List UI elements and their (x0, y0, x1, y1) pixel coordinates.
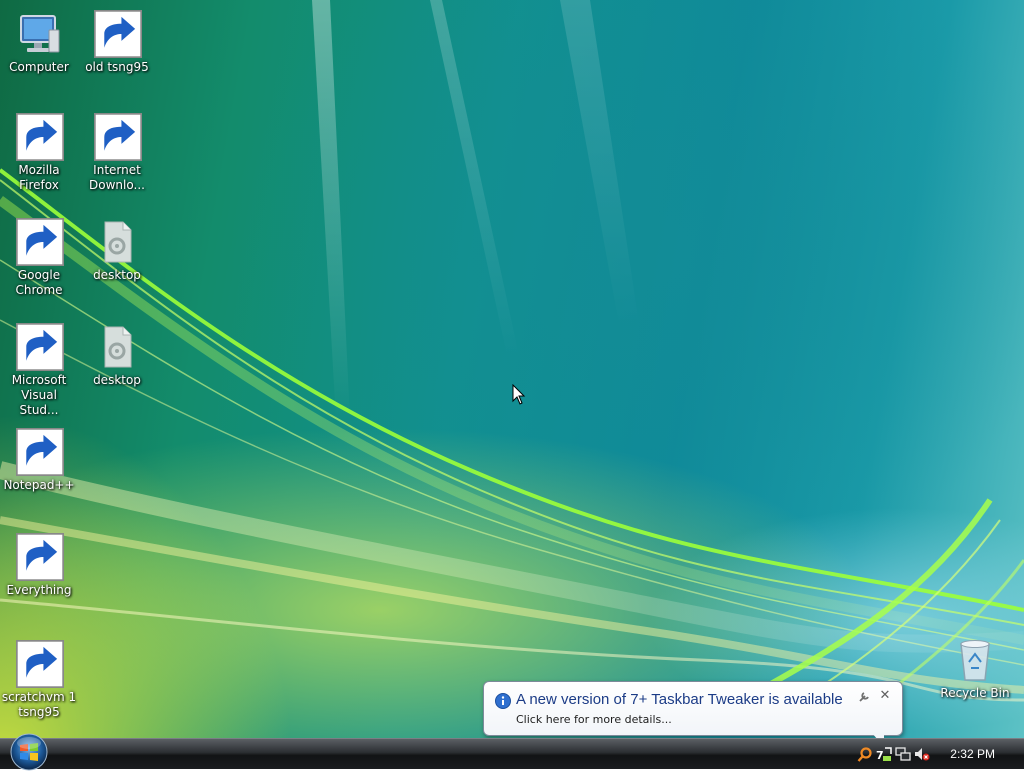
desktop-icon-old-tsng95[interactable]: old tsng95 (79, 10, 155, 75)
desktop-icon-mozilla-firefox[interactable]: Mozilla Firefox (1, 113, 77, 193)
file-icon (93, 218, 141, 266)
visual-studio-icon (15, 323, 64, 371)
desktop-icon-label: scratchvm 1 tsng95 (1, 690, 77, 719)
notification-details-link[interactable]: Click here for more details... (516, 713, 672, 726)
desktop-icon-scratchvm[interactable]: scratchvm 1 tsng95 (1, 640, 77, 720)
taskbar-tweaker-tray-icon[interactable]: 7 (876, 746, 892, 762)
desktop-icon-label: Internet Downlo... (89, 163, 145, 192)
svg-text:7: 7 (876, 749, 884, 762)
computer-icon (15, 10, 63, 58)
desktop-icon-label: Google Chrome (15, 268, 63, 297)
desktop-icon-everything[interactable]: Everything (1, 533, 77, 598)
desktop-icon-label: desktop (93, 268, 141, 282)
info-icon (495, 693, 511, 709)
desktop-icon-computer[interactable]: Computer (1, 10, 77, 75)
recycle-bin-icon (951, 636, 999, 684)
windows-logo-icon (15, 640, 64, 688)
close-icon[interactable]: ✕ (878, 689, 892, 703)
desktop-icon-desktop-file-2[interactable]: desktop (79, 323, 155, 388)
mouse-cursor-icon (512, 384, 526, 405)
shortcut-arrow-icon (94, 113, 142, 161)
desktop-icon-label: Recycle Bin (940, 686, 1010, 700)
volume-muted-icon[interactable] (914, 746, 930, 762)
file-icon (93, 323, 141, 371)
shortcut-arrow-icon (16, 428, 64, 476)
update-notification-balloon[interactable]: A new version of 7+ Taskbar Tweaker is a… (483, 681, 903, 736)
shortcut-arrow-icon (16, 640, 64, 688)
shortcut-arrow-icon (94, 10, 142, 58)
desktop-icon-label: Mozilla Firefox (18, 163, 60, 192)
desktop-icon-recycle-bin[interactable]: Recycle Bin (937, 636, 1013, 701)
firefox-icon (15, 113, 64, 161)
desktop-icon-label: Notepad++ (3, 478, 75, 492)
desktop-icon-label: old tsng95 (85, 60, 149, 74)
desktop-icon-desktop-file-1[interactable]: desktop (79, 218, 155, 283)
options-wrench-icon[interactable] (858, 691, 870, 703)
shortcut-arrow-icon (16, 323, 64, 371)
desktop-icon-google-chrome[interactable]: Google Chrome (1, 218, 77, 298)
desktop-icon-label: Microsoft Visual Stud... (11, 373, 67, 417)
everything-tray-icon[interactable] (857, 746, 873, 762)
everything-search-icon (15, 533, 64, 581)
shortcut-arrow-icon (16, 218, 64, 266)
desktop-icon-notepad-plus-plus[interactable]: Notepad++ (1, 428, 77, 493)
system-tray: 7 (854, 739, 1024, 769)
shortcut-folder-icon (93, 10, 142, 58)
shortcut-arrow-icon (16, 113, 64, 161)
notification-title: A new version of 7+ Taskbar Tweaker is a… (516, 691, 843, 708)
windows-start-orb-icon[interactable] (8, 733, 50, 771)
desktop-icon-internet-download-manager[interactable]: Internet Downlo... (79, 113, 155, 193)
notepad-plus-plus-icon (15, 428, 64, 476)
network-icon[interactable] (895, 746, 911, 762)
shortcut-arrow-icon (16, 533, 64, 581)
desktop-icon-label: Computer (9, 60, 69, 74)
chrome-icon (15, 218, 64, 266)
desktop-icon-label: desktop (93, 373, 141, 387)
internet-download-manager-icon (93, 113, 142, 161)
taskbar: 7 2:32 PM (0, 738, 1024, 769)
taskbar-clock[interactable]: 2:32 PM (950, 747, 995, 761)
desktop-icon-visual-studio[interactable]: Microsoft Visual Stud... (1, 323, 77, 418)
desktop-icon-label: Everything (6, 583, 72, 597)
